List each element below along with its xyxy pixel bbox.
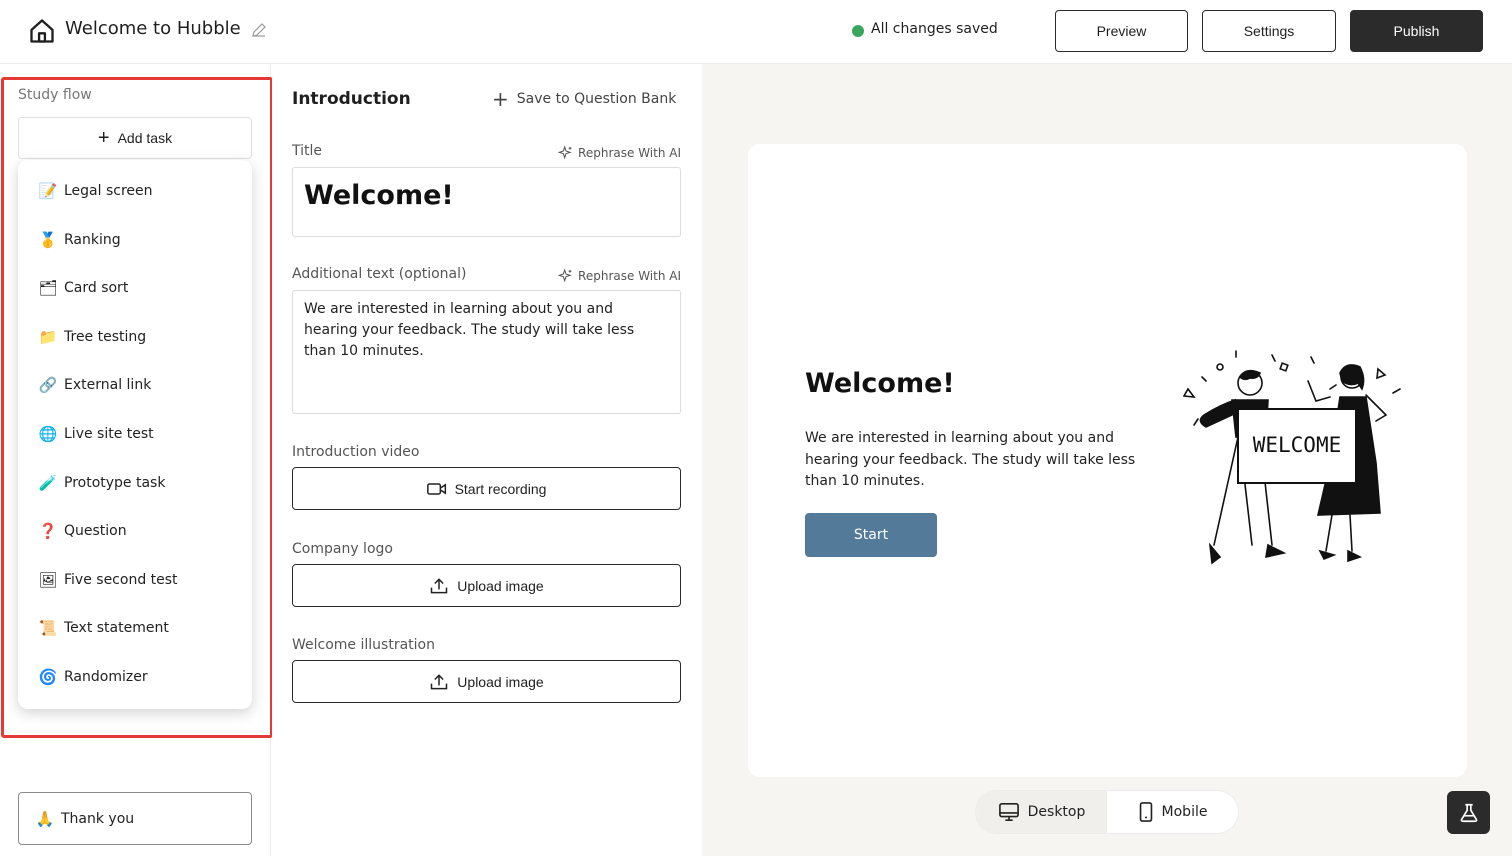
save-to-question-bank-button[interactable]: + Save to Question Bank <box>492 89 676 109</box>
menu-item-label: Prototype task <box>64 475 166 491</box>
study-flow-label: Study flow <box>18 87 92 103</box>
menu-item-randomizer[interactable]: 🌀 Randomizer <box>18 657 252 697</box>
menu-item-tree-testing[interactable]: 📁 Tree testing <box>18 317 252 357</box>
rephrase-title-button[interactable]: Rephrase With AI <box>558 145 681 161</box>
medal-icon: 🥇 <box>38 231 58 249</box>
plus-icon: + <box>97 127 110 149</box>
saved-status-dot <box>852 25 864 37</box>
add-task-button[interactable]: + Add task <box>18 117 252 159</box>
additional-text-input[interactable]: We are interested in learning about you … <box>292 290 681 414</box>
menu-item-five-second-test[interactable]: 🖼 Five second test <box>18 560 252 600</box>
welcome-illustration: WELCOME <box>1182 350 1401 565</box>
mobile-label: Mobile <box>1161 804 1208 820</box>
menu-item-label: Question <box>64 523 127 539</box>
title-label: Title <box>292 143 323 159</box>
publish-button[interactable]: Publish <box>1350 10 1483 52</box>
preview-start-button[interactable]: Start <box>805 513 937 557</box>
menu-item-label: Tree testing <box>64 329 147 345</box>
study-title: Welcome to Hubble <box>65 18 241 39</box>
saved-status-text: All changes saved <box>871 21 998 37</box>
company-logo-label: Company logo <box>292 541 393 557</box>
flask-icon <box>1460 803 1477 822</box>
rephrase-label: Rephrase With AI <box>578 146 681 160</box>
spiral-icon: 🌀 <box>38 668 58 686</box>
start-recording-button[interactable]: Start recording <box>292 467 681 510</box>
upload-image-label: Upload image <box>457 673 544 690</box>
preview-text: We are interested in learning about you … <box>805 430 1136 489</box>
top-bar: Welcome to Hubble All changes saved Prev… <box>0 0 1512 64</box>
globe-icon: 🌐 <box>38 425 58 443</box>
plus-icon: + <box>492 87 509 111</box>
menu-item-external-link[interactable]: 🔗 External link <box>18 365 252 405</box>
upload-icon <box>431 673 448 689</box>
scroll-icon: 📜 <box>38 619 58 637</box>
desktop-toggle[interactable]: Desktop <box>976 791 1107 833</box>
menu-item-label: External link <box>64 377 152 393</box>
desktop-icon <box>998 803 1019 821</box>
menu-item-label: Text statement <box>64 620 169 636</box>
menu-item-label: Card sort <box>64 280 129 296</box>
menu-item-label: Randomizer <box>64 669 148 685</box>
menu-item-legal-screen[interactable]: 📝 Legal screen <box>18 171 252 211</box>
thank-you-step[interactable]: 🙏 Thank you <box>18 792 252 845</box>
menu-item-text-statement[interactable]: 📜 Text statement <box>18 608 252 648</box>
test-mode-button[interactable] <box>1447 791 1490 834</box>
folded-hands-icon: 🙏 <box>35 809 55 828</box>
upload-icon <box>431 577 448 593</box>
settings-button[interactable]: Settings <box>1202 10 1336 52</box>
menu-item-label: Legal screen <box>64 183 153 199</box>
menu-item-label: Live site test <box>64 426 154 442</box>
desktop-label: Desktop <box>1027 804 1086 820</box>
card-box-icon: 🗂 <box>38 279 58 297</box>
additional-text-label: Additional text (optional) <box>292 266 467 282</box>
upload-image-label: Upload image <box>457 577 544 594</box>
question-icon: ❓ <box>38 522 58 540</box>
sparkle-icon <box>558 145 572 160</box>
menu-item-question[interactable]: ❓ Question <box>18 511 252 551</box>
device-toggle: Desktop Mobile <box>975 790 1239 834</box>
memo-icon: 📝 <box>38 182 58 200</box>
menu-item-label: Five second test <box>64 572 178 588</box>
introduction-video-label: Introduction video <box>292 444 420 460</box>
menu-item-live-site-test[interactable]: 🌐 Live site test <box>18 414 252 454</box>
welcome-illustration-label: Welcome illustration <box>292 637 435 653</box>
rephrase-label: Rephrase With AI <box>578 269 681 283</box>
menu-item-ranking[interactable]: 🥇 Ranking <box>18 220 252 260</box>
sparkle-icon <box>558 268 572 283</box>
preview-button[interactable]: Preview <box>1055 10 1188 52</box>
rephrase-additional-button[interactable]: Rephrase With AI <box>558 268 681 284</box>
test-tube-icon: 🧪 <box>38 474 58 492</box>
menu-item-prototype-task[interactable]: 🧪 Prototype task <box>18 463 252 503</box>
mobile-toggle[interactable]: Mobile <box>1107 791 1238 833</box>
upload-illustration-button[interactable]: Upload image <box>292 660 681 703</box>
task-type-menu: 📝 Legal screen 🥇 Ranking 🗂 Card sort 📁 Tree … <box>18 160 252 709</box>
menu-item-card-sort[interactable]: 🗂 Card sort <box>18 268 252 308</box>
home-icon[interactable] <box>28 17 56 45</box>
thank-you-label: Thank you <box>61 810 135 827</box>
welcome-sign-text: WELCOME <box>1253 433 1342 457</box>
preview-title: Welcome! <box>805 368 955 399</box>
folder-icon: 📁 <box>38 328 58 346</box>
mobile-icon <box>1139 802 1152 822</box>
save-to-question-bank-label: Save to Question Bank <box>516 91 677 107</box>
add-task-label: Add task <box>117 130 173 146</box>
link-icon: 🔗 <box>38 376 58 394</box>
pencil-icon[interactable] <box>250 21 268 39</box>
framed-picture-icon: 🖼 <box>38 571 58 589</box>
start-recording-label: Start recording <box>454 480 547 497</box>
menu-item-label: Ranking <box>64 232 121 248</box>
section-title: Introduction <box>292 89 411 109</box>
title-input[interactable]: Welcome! <box>292 167 681 237</box>
video-camera-icon <box>426 482 446 495</box>
upload-logo-button[interactable]: Upload image <box>292 564 681 607</box>
